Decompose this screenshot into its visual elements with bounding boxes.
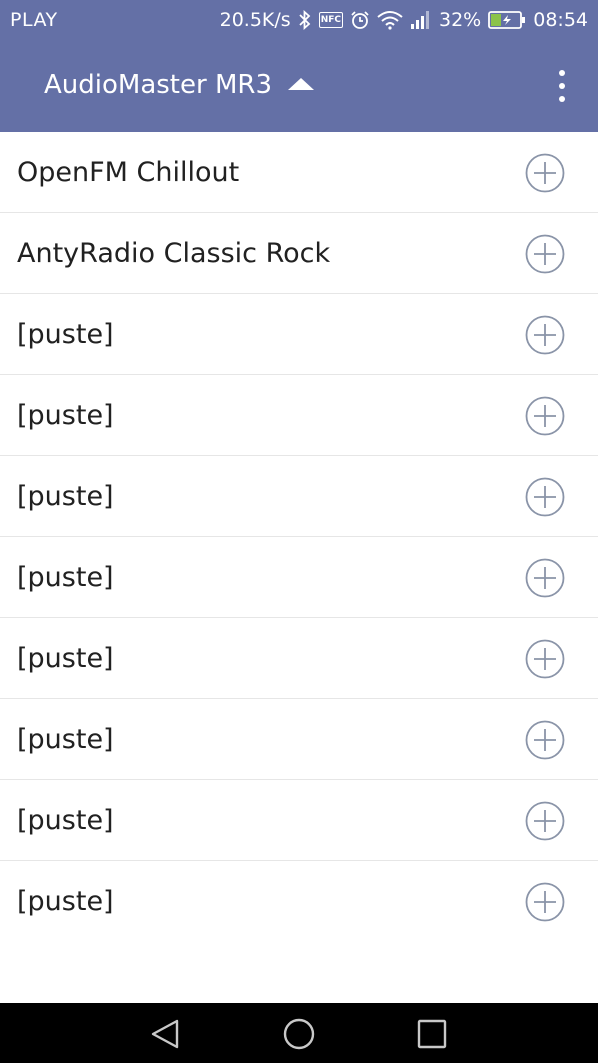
carrier-label: PLAY <box>10 9 58 31</box>
menu-dot <box>559 83 565 89</box>
add-circle-icon[interactable] <box>525 882 565 922</box>
nfc-icon: NFC <box>318 12 343 28</box>
add-circle-icon[interactable] <box>525 315 565 355</box>
back-triangle-icon[interactable] <box>148 1016 184 1052</box>
add-circle-icon[interactable] <box>525 477 565 517</box>
app-bar: AudioMaster MR3 <box>0 40 598 132</box>
station-label: [puste] <box>17 400 114 431</box>
app-title-label: AudioMaster MR3 <box>44 70 272 100</box>
add-circle-icon[interactable] <box>525 396 565 436</box>
station-row[interactable]: [puste] <box>0 537 598 618</box>
station-label: OpenFM Chillout <box>17 157 240 188</box>
station-label: [puste] <box>17 643 114 674</box>
station-row[interactable]: [puste] <box>0 861 598 941</box>
station-row[interactable]: [puste] <box>0 294 598 375</box>
screen: PLAY 20.5K/s NFC 32% 08:54 AudioMaster M… <box>0 0 598 1063</box>
add-circle-icon[interactable] <box>525 720 565 760</box>
network-speed: 20.5K/s <box>219 9 291 31</box>
overflow-menu-icon[interactable] <box>552 70 572 102</box>
battery-percent: 32% <box>439 9 482 31</box>
battery-icon <box>488 10 526 30</box>
wifi-icon <box>377 10 403 30</box>
station-label: [puste] <box>17 319 114 350</box>
nfc-label: NFC <box>318 12 343 28</box>
menu-dot <box>559 96 565 102</box>
device-selector[interactable]: AudioMaster MR3 <box>44 70 314 100</box>
station-label: [puste] <box>17 724 114 755</box>
navigation-bar <box>0 1003 598 1063</box>
station-row[interactable]: [puste] <box>0 456 598 537</box>
status-icons: 20.5K/s NFC 32% 08:54 <box>220 0 588 40</box>
station-row[interactable]: OpenFM Chillout <box>0 132 598 213</box>
recents-square-icon[interactable] <box>414 1016 450 1052</box>
bluetooth-icon <box>298 9 312 31</box>
clock: 08:54 <box>533 9 588 31</box>
station-label: [puste] <box>17 805 114 836</box>
station-row[interactable]: [puste] <box>0 375 598 456</box>
station-label: [puste] <box>17 562 114 593</box>
signal-icon <box>410 10 432 30</box>
station-row[interactable]: [puste] <box>0 618 598 699</box>
station-row[interactable]: AntyRadio Classic Rock <box>0 213 598 294</box>
add-circle-icon[interactable] <box>525 639 565 679</box>
menu-dot <box>559 70 565 76</box>
station-list: OpenFM Chillout AntyRadio Classic Rock [… <box>0 132 598 941</box>
station-label: [puste] <box>17 481 114 512</box>
status-bar: PLAY 20.5K/s NFC 32% 08:54 <box>0 0 598 40</box>
home-circle-icon[interactable] <box>281 1016 317 1052</box>
station-row[interactable]: [puste] <box>0 699 598 780</box>
station-label: AntyRadio Classic Rock <box>17 238 331 269</box>
station-row[interactable]: [puste] <box>0 780 598 861</box>
alarm-icon <box>350 10 370 30</box>
add-circle-icon[interactable] <box>525 153 565 193</box>
add-circle-icon[interactable] <box>525 558 565 598</box>
add-circle-icon[interactable] <box>525 234 565 274</box>
station-label: [puste] <box>17 886 114 917</box>
add-circle-icon[interactable] <box>525 801 565 841</box>
caret-up-icon <box>288 78 314 90</box>
